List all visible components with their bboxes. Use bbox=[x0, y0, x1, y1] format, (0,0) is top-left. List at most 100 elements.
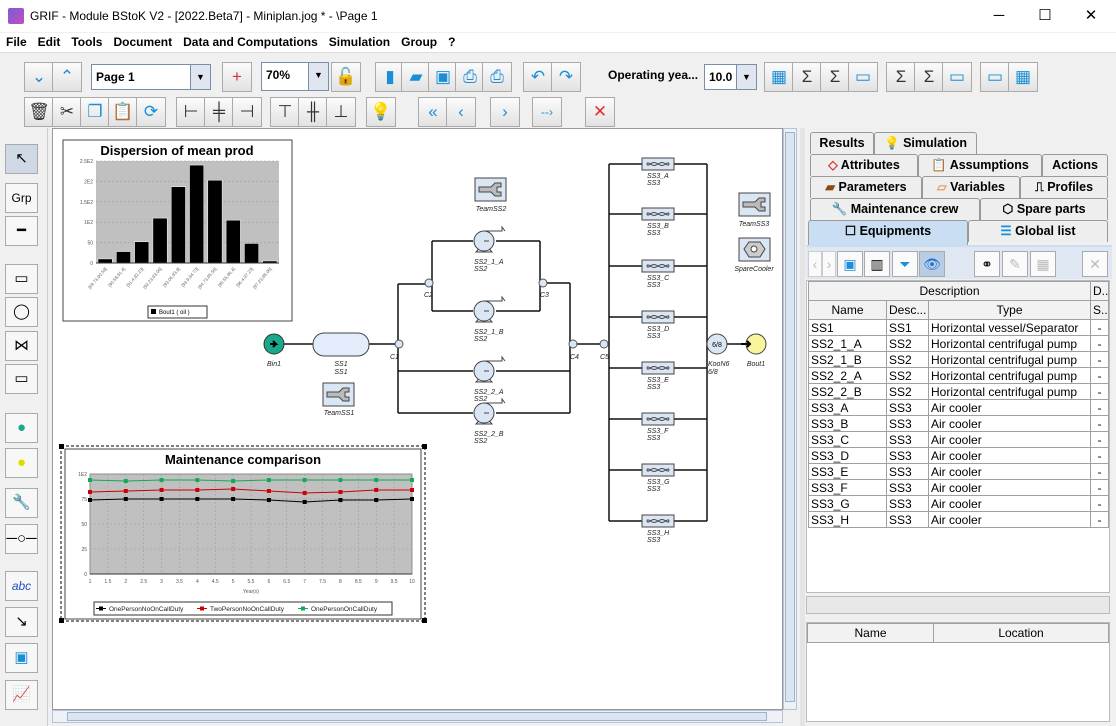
monitor-status-icon[interactable]: ▭ bbox=[980, 62, 1010, 92]
horizontal-scrollbar[interactable] bbox=[52, 710, 783, 723]
dashed-arrow-icon[interactable]: --› bbox=[532, 97, 562, 127]
chevron-down-icon[interactable]: ▼ bbox=[190, 65, 210, 89]
group-header-description[interactable]: Description bbox=[807, 281, 1092, 301]
table-row[interactable]: SS2_2_A SS2 Horizontal centrifugal pump - bbox=[808, 367, 1110, 384]
connector-c3[interactable] bbox=[538, 278, 548, 288]
table-row[interactable]: SS3_E SS3 Air cooler - bbox=[808, 463, 1110, 480]
group-button[interactable]: Grp bbox=[5, 183, 38, 213]
filter-icon[interactable]: ⏷ bbox=[892, 251, 918, 277]
sigma-icon[interactable]: Σ bbox=[820, 62, 850, 92]
chart-icon[interactable]: 📈 bbox=[5, 680, 38, 710]
resize-handle[interactable] bbox=[422, 618, 427, 623]
resize-handle[interactable] bbox=[422, 444, 427, 449]
table-row[interactable]: SS2_1_B SS2 Horizontal centrifugal pump - bbox=[808, 351, 1110, 368]
paste-icon[interactable]: 📋 bbox=[108, 97, 138, 127]
print-icon[interactable]: ⎙ bbox=[455, 62, 485, 92]
tab-variables[interactable]: ▱ Variables bbox=[922, 176, 1020, 198]
table-row[interactable]: SS3_B SS3 Air cooler - bbox=[808, 415, 1110, 432]
align-center-icon[interactable]: ╪ bbox=[204, 97, 234, 127]
valve-icon[interactable]: ⋈ bbox=[5, 331, 38, 361]
open-folder-icon[interactable]: ▰ bbox=[401, 62, 431, 92]
calendar-gear-icon[interactable]: ▦ bbox=[764, 62, 794, 92]
chevron-down-icon[interactable]: ⌄ bbox=[24, 62, 54, 92]
lock-open-icon[interactable]: 🔓 bbox=[331, 62, 361, 92]
monitor-cloud-icon[interactable]: ▭ bbox=[942, 62, 972, 92]
column-type[interactable]: Type bbox=[927, 300, 1092, 320]
tab-attributes[interactable]: ◇ Attributes bbox=[810, 154, 918, 176]
menu-simulation[interactable]: Simulation bbox=[323, 33, 395, 49]
close-button[interactable]: ✕ bbox=[1068, 0, 1114, 32]
resize-handle[interactable] bbox=[59, 618, 64, 623]
align-middle-icon[interactable]: ╫ bbox=[298, 97, 328, 127]
minimize-button[interactable]: ─ bbox=[976, 0, 1022, 32]
tab-profiles[interactable]: ⎍ Profiles bbox=[1020, 176, 1108, 198]
resize-handle[interactable] bbox=[59, 444, 64, 449]
tab-global-list[interactable]: ☰ Global list bbox=[968, 220, 1108, 242]
binoculars-icon[interactable]: ⚭ bbox=[974, 251, 1000, 277]
monitor-gear-icon[interactable]: ▭ bbox=[848, 62, 878, 92]
connector-c1[interactable] bbox=[394, 339, 404, 349]
tab-parameters[interactable]: ▰ Parameters bbox=[810, 176, 922, 198]
print-check-icon[interactable]: ⎙ bbox=[482, 62, 512, 92]
prev-icon[interactable]: ‹ bbox=[808, 251, 822, 277]
lightbulb-off-icon[interactable]: ✕ bbox=[585, 97, 615, 127]
chevron-down-icon[interactable]: ▼ bbox=[736, 65, 756, 89]
tab-equipments[interactable]: ☐ Equipments bbox=[808, 220, 968, 245]
diagram-canvas[interactable]: Dispersion of mean prod 0 50 1E2 1.5E2 2E2 2.… bbox=[52, 128, 783, 710]
table-scrollbar[interactable] bbox=[806, 596, 1110, 614]
next-icon[interactable]: › bbox=[822, 251, 836, 277]
redo-icon[interactable]: ↷ bbox=[551, 62, 581, 92]
circle-icon[interactable]: ◯ bbox=[5, 297, 38, 327]
table-row[interactable]: SS2_2_B SS2 Horizontal centrifugal pump - bbox=[808, 383, 1110, 400]
column-name[interactable]: Name bbox=[808, 300, 887, 320]
menu-file[interactable]: File bbox=[0, 33, 32, 49]
maximize-button[interactable]: ☐ bbox=[1022, 0, 1068, 32]
table-row[interactable]: SS3_D SS3 Air cooler - bbox=[808, 447, 1110, 464]
left-icon[interactable]: ‹ bbox=[446, 97, 476, 127]
grid-icon[interactable]: ▦ bbox=[1030, 251, 1056, 277]
align-left-icon[interactable]: ⊢ bbox=[176, 97, 206, 127]
operating-years-select[interactable]: 10.0 ▼ bbox=[704, 64, 757, 90]
scroll-thumb[interactable] bbox=[785, 132, 795, 702]
pointer-icon[interactable]: ↖ bbox=[5, 144, 38, 174]
column-location[interactable]: Location bbox=[933, 623, 1109, 643]
new-page-icon[interactable]: + bbox=[222, 62, 252, 92]
rectangle-icon[interactable]: ▭ bbox=[5, 264, 38, 294]
menu-document[interactable]: Document bbox=[107, 33, 177, 49]
vertical-scrollbar[interactable] bbox=[783, 128, 797, 710]
table-row[interactable]: SS3_A SS3 Air cooler - bbox=[808, 399, 1110, 416]
block-icon[interactable]: ▭ bbox=[5, 364, 38, 394]
line-icon[interactable]: ━ bbox=[5, 216, 38, 246]
double-left-icon[interactable]: « bbox=[418, 97, 448, 127]
edit-icon[interactable]: ✎ bbox=[1002, 251, 1028, 277]
save-icon[interactable]: ▣ bbox=[837, 251, 863, 277]
table-row[interactable]: SS3_F SS3 Air cooler - bbox=[808, 479, 1110, 496]
arrow-icon[interactable]: ↘ bbox=[5, 607, 38, 637]
menu-tools[interactable]: Tools bbox=[65, 33, 107, 49]
vessel-ss1[interactable] bbox=[312, 332, 370, 357]
table-row[interactable]: SS3_C SS3 Air cooler - bbox=[808, 431, 1110, 448]
delete-icon[interactable]: ✕ bbox=[1082, 251, 1108, 277]
undo-icon[interactable]: ↶ bbox=[523, 62, 553, 92]
target-icon[interactable]: ● bbox=[5, 448, 38, 478]
sigma-gear-icon[interactable]: Σ bbox=[792, 62, 822, 92]
zoom-select[interactable]: 70% ▼ bbox=[261, 62, 329, 91]
connector-c2[interactable] bbox=[424, 278, 434, 288]
tab-assumptions[interactable]: 📋 Assumptions bbox=[918, 154, 1042, 176]
source-icon[interactable]: ● bbox=[5, 413, 38, 443]
refresh-icon[interactable]: ⟳ bbox=[136, 97, 166, 127]
table-row[interactable]: SS2_1_A SS2 Horizontal centrifugal pump - bbox=[808, 335, 1110, 352]
table-row[interactable]: SS3_H SS3 Air cooler - bbox=[808, 511, 1110, 528]
calendar-icon[interactable]: ▦ bbox=[1008, 62, 1038, 92]
connector-c4[interactable] bbox=[568, 339, 578, 349]
menu-help[interactable]: ? bbox=[442, 33, 460, 49]
align-top-icon[interactable]: ⊤ bbox=[270, 97, 300, 127]
right-icon[interactable]: › bbox=[490, 97, 520, 127]
connector-icon[interactable]: ─○─ bbox=[5, 524, 38, 554]
table-row[interactable]: SS1 SS1 Horizontal vessel/Separator - bbox=[808, 319, 1110, 336]
align-bottom-icon[interactable]: ⊥ bbox=[326, 97, 356, 127]
chevron-up-icon[interactable]: ⌃ bbox=[52, 62, 82, 92]
eye-icon[interactable]: 👁 bbox=[919, 251, 945, 277]
menu-data-computations[interactable]: Data and Computations bbox=[177, 33, 323, 49]
table-row[interactable]: SS3_G SS3 Air cooler - bbox=[808, 495, 1110, 512]
